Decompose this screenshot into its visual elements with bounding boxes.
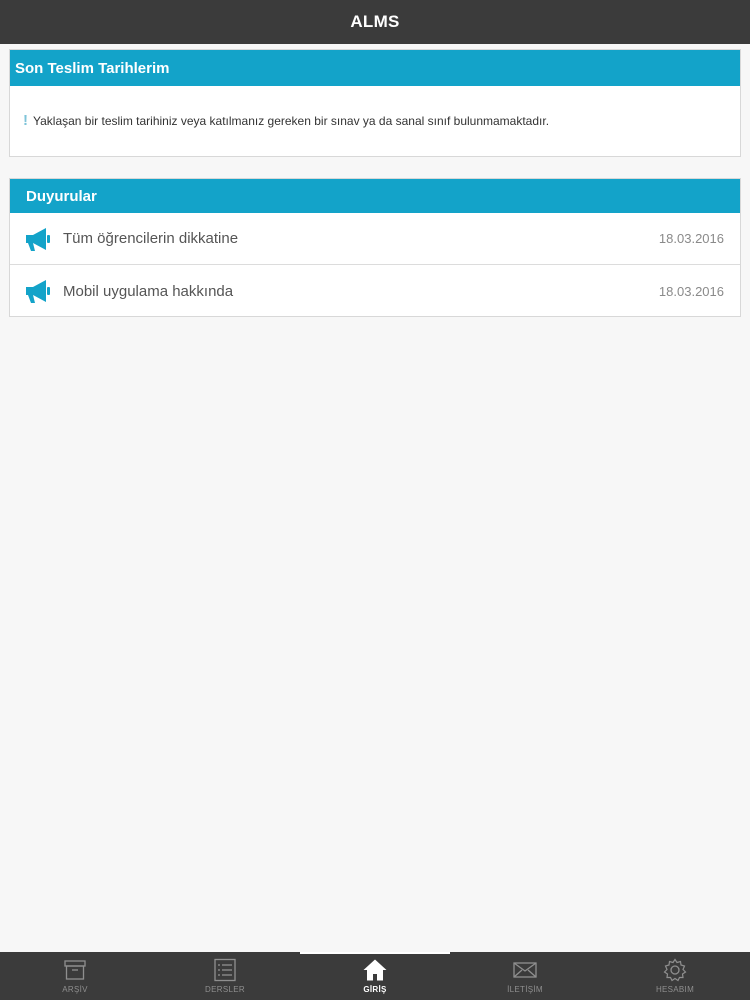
app-title: ALMS [350,12,400,31]
tab-home[interactable]: GİRİŞ [300,952,450,1000]
announcement-title: Mobil uygulama hakkında [63,282,234,300]
archive-icon [64,960,86,980]
tab-courses-label: DERSLER [205,985,245,994]
megaphone-icon [26,227,50,251]
announcement-date: 18.03.2016 [658,283,724,299]
tab-account-label: HESABIM [655,985,695,994]
deadlines-body: ! Yaklaşan bir teslim tarihiniz veya kat… [10,86,740,156]
home-icon [363,959,387,981]
announcements-panel: Duyurular Tüm öğrencilerin dikkatine 18.… [9,178,741,317]
exclamation-icon: ! [23,112,28,129]
tab-account[interactable]: HESABIM [600,952,750,1000]
bottom-tab-bar: ARŞİV DERSLER GİRİŞ İLETİŞİM HESABIM [0,952,750,1000]
tab-archive-label: ARŞİV [62,985,88,994]
tab-home-label: GİRİŞ [363,985,387,994]
deadlines-message: Yaklaşan bir teslim tarihiniz veya katıl… [33,114,550,128]
tab-courses[interactable]: DERSLER [150,952,300,1000]
tab-contact-label: İLETİŞİM [507,985,543,994]
tab-archive[interactable]: ARŞİV [0,952,150,1000]
deadlines-header: Son Teslim Tarihlerim [10,50,740,86]
top-bar: ALMS [0,0,750,44]
announcements-header: Duyurular [10,179,740,213]
megaphone-icon [26,280,50,303]
tab-contact[interactable]: İLETİŞİM [450,952,600,1000]
list-icon [214,958,236,982]
gear-icon [663,958,687,982]
announcement-row[interactable]: Tüm öğrencilerin dikkatine 18.03.2016 [10,213,740,265]
deadlines-panel: Son Teslim Tarihlerim ! Yaklaşan bir tes… [9,49,741,157]
announcement-row[interactable]: Mobil uygulama hakkında 18.03.2016 [10,265,740,317]
announcement-date: 18.03.2016 [658,231,724,246]
mail-icon [513,962,537,978]
announcement-title: Tüm öğrencilerin dikkatine [63,230,239,247]
